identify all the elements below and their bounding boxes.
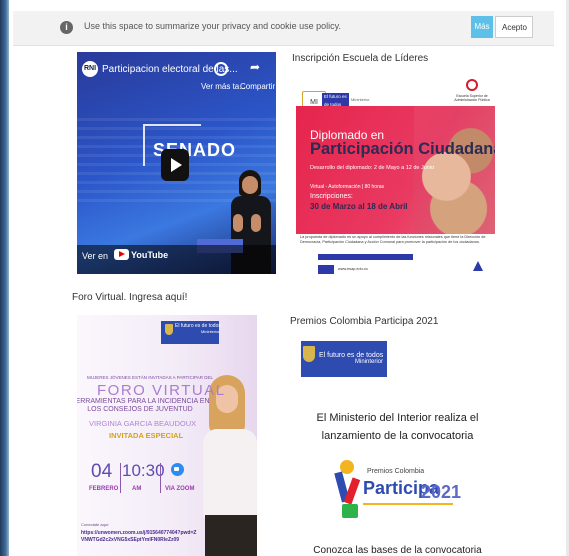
logo-underline	[363, 503, 453, 505]
premios-caption[interactable]: Premios Colombia Participa 2021	[290, 316, 438, 327]
youtube-icon[interactable]	[114, 249, 129, 260]
share-icon[interactable]: ➦	[250, 60, 260, 74]
event-ampm: AM	[132, 486, 142, 492]
connect-label: Conectate aquí:	[81, 522, 110, 527]
event-day: 04	[91, 461, 113, 482]
poster-heading-big: Participación Ciudadana	[310, 140, 495, 158]
poster-description: Desarrollo del diplomado: 2 de Mayo a 12…	[310, 165, 435, 171]
event-platform: VIA ZOOM	[165, 486, 195, 492]
enrollment-label: Inscripciones:	[310, 193, 353, 200]
footer-bar	[318, 254, 413, 260]
invite-text: MUJERES JÓVENES ESTÁN INVITADAS A PARTIC…	[87, 375, 213, 380]
forum-subtitle: HERRAMIENTAS PARA LA INCIDENCIA EN LOS C…	[77, 398, 210, 413]
channel-logo[interactable]: RNI	[82, 61, 98, 77]
watch-on-label[interactable]: Ver en	[82, 251, 108, 261]
escuela-caption[interactable]: Inscripción Escuela de Líderes	[292, 53, 428, 64]
ministry-label: Mininterior	[351, 97, 370, 102]
speaker-role: INVITADA ESPECIAL	[109, 431, 184, 440]
logo-base-green	[342, 504, 358, 518]
ministry-label: Mininterior	[201, 329, 220, 334]
esap-triangle-icon	[471, 261, 485, 275]
enrollment-dates: 30 de Marzo al 18 de Abril	[310, 202, 408, 211]
video-camera-icon	[171, 463, 184, 476]
cookie-policy-text: Use this space to summarize your privacy…	[84, 21, 341, 31]
divider	[120, 463, 121, 493]
event-time: 10:30	[122, 461, 165, 480]
speaker-name: VIRGINIA GARCIA BEAUDOUX	[89, 419, 197, 428]
foro-caption[interactable]: Foro Virtual. Ingresa aquí!	[72, 292, 187, 303]
poster-modality: Virtual - Autoformación | 80 horas	[310, 184, 385, 190]
play-icon[interactable]	[161, 149, 189, 181]
interpreter-face	[242, 176, 258, 194]
announcement-text: El Ministerio del Interior realiza el la…	[316, 412, 479, 442]
interpreter-hand-right	[251, 214, 261, 232]
premios-poster[interactable]: El futuro es de todos Mininterior El Min…	[297, 336, 498, 556]
zoom-url[interactable]: https://unwomen.zoom.us/j/91564077404?pw…	[81, 530, 199, 543]
speaker-top	[203, 429, 257, 519]
poster-website: www.esap.edu.co	[338, 267, 368, 271]
forum-title: FORO VIRTUAL	[97, 382, 226, 399]
triangle-shape	[473, 261, 483, 271]
youtube-video-player[interactable]: SENADO RNI Participacion electoral de la…	[77, 52, 276, 274]
footer-brand-badge	[318, 265, 334, 274]
info-icon: i	[60, 21, 73, 34]
foro-poster[interactable]: El futuro es de todos Mininterior MUJERE…	[77, 315, 257, 556]
divider	[160, 463, 161, 493]
poster-footer-text: La propuesta de diplomado es un apoyo al…	[300, 235, 486, 244]
background-photo-edge	[0, 0, 9, 556]
logo-year: 2021	[421, 482, 462, 502]
speaker-legs	[205, 515, 257, 556]
escuela-poster[interactable]: MI El futuro es de todos Mininterior Esc…	[296, 73, 495, 286]
event-month: FEBRERO	[89, 486, 119, 492]
clock-icon[interactable]	[214, 62, 228, 76]
youtube-label[interactable]: YouTube	[131, 250, 168, 260]
crest-icon	[466, 79, 478, 91]
shield-icon	[165, 324, 173, 335]
logo-small-text: Premios Colombia	[367, 468, 425, 475]
ministry-label: Mininterior	[355, 359, 384, 365]
interpreter-hand-left	[233, 214, 243, 232]
crest-text: Escuela Superior de Administración Públi…	[454, 94, 490, 102]
bases-text: Conozca las bases de la convocatoria	[313, 545, 482, 556]
shield-icon	[303, 346, 315, 362]
more-info-button[interactable]: Más	[471, 16, 493, 38]
accept-cookies-button[interactable]: Acepto	[495, 16, 533, 38]
cookie-consent-bar: i Use this space to summarize your priva…	[13, 11, 554, 46]
participa-figure-icon	[334, 460, 362, 522]
share-label[interactable]: Compartir	[240, 82, 275, 91]
